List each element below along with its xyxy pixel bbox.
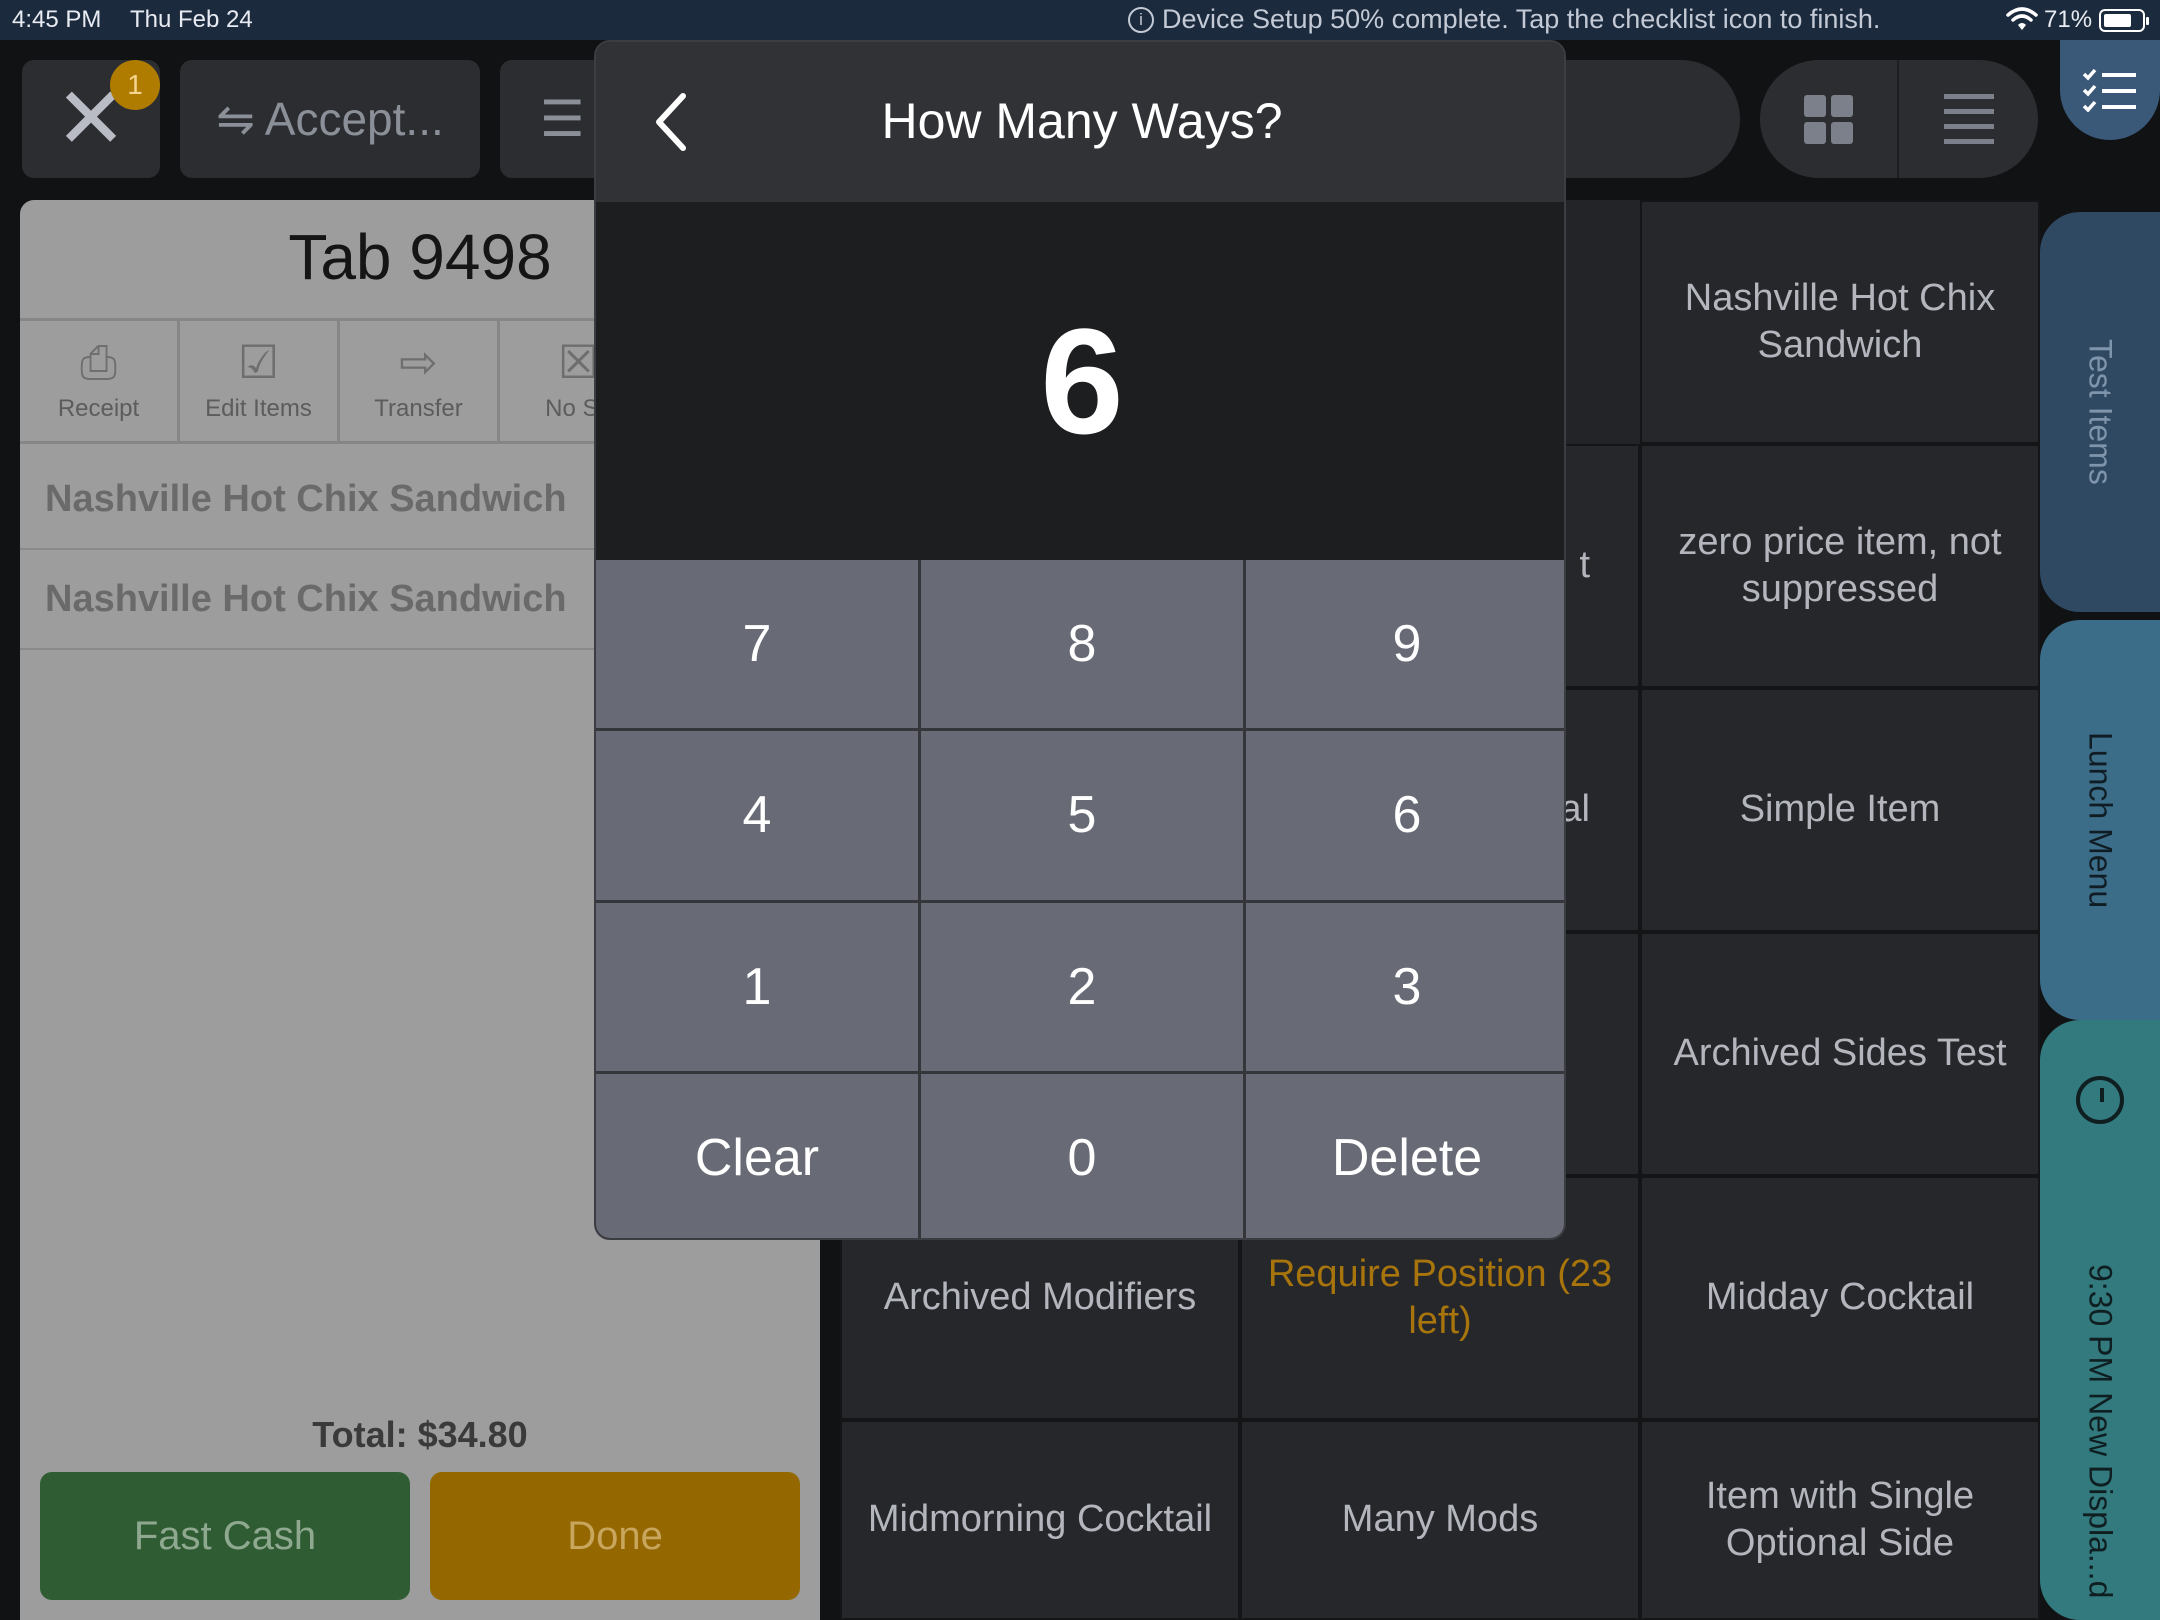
key-5[interactable]: 5 <box>921 731 1243 900</box>
battery-percent: 71% <box>2044 6 2093 33</box>
edit-items-label: Edit Items <box>205 395 312 422</box>
grid-view-button[interactable] <box>1760 60 1899 178</box>
receipt-label: Receipt <box>57 395 140 422</box>
view-toggle <box>1760 60 2038 178</box>
battery-icon <box>2099 9 2149 32</box>
list-mode-button[interactable] <box>1899 60 2038 178</box>
receipt-button[interactable]: ⎙ Receipt <box>20 321 180 441</box>
menu-item-archived-sides-test[interactable]: Archived Sides Test <box>1640 932 2040 1176</box>
transfer-button[interactable]: ⇨ Transfer <box>340 321 500 441</box>
menu-tab-label: Test Items <box>2082 339 2119 485</box>
no-sale-icon: ☒ <box>557 336 600 388</box>
accept-label: Accept... <box>264 93 444 145</box>
status-date: Thu Feb 24 <box>130 6 253 33</box>
key-1[interactable]: 1 <box>596 902 918 1071</box>
menu-lines-icon <box>1943 94 1994 144</box>
swap-arrows-icon: ⇋ <box>216 93 255 145</box>
key-7[interactable]: 7 <box>596 560 918 729</box>
check-total: Total: $34.80 <box>312 1414 528 1455</box>
menu-item-nashville-hot-chix[interactable]: Nashville Hot Chix Sandwich <box>1640 200 2040 444</box>
menu-tab-label: 9:30 PM New Displa...d <box>2082 1264 2119 1599</box>
edit-items-button[interactable]: ☑ Edit Items <box>180 321 340 441</box>
key-6[interactable]: 6 <box>1246 731 1564 900</box>
numeric-keypad: 7 8 9 4 5 6 1 2 3 Clear 0 Delete <box>596 560 1564 1238</box>
menu-item-midday-cocktail[interactable]: Midday Cocktail <box>1640 1176 2040 1420</box>
done-button[interactable]: Done <box>430 1472 800 1600</box>
receipt-icon: ⎙ <box>80 336 117 388</box>
menu-tabs: Test Items Lunch Menu 9:30 PM New Displa… <box>2040 200 2160 1620</box>
notification-badge: 1 <box>110 60 160 110</box>
device-setup-message: Device Setup 50% complete. Tap the check… <box>1162 4 1881 34</box>
key-4[interactable]: 4 <box>596 731 918 900</box>
grid-icon <box>1804 94 1853 144</box>
key-9[interactable]: 9 <box>1246 560 1564 729</box>
search-bar[interactable] <box>1540 60 1740 178</box>
clear-key[interactable]: Clear <box>596 1073 918 1238</box>
menu-item-simple-item[interactable]: Simple Item <box>1640 688 2040 932</box>
key-3[interactable]: 3 <box>1246 902 1564 1071</box>
edit-icon: ☑ <box>237 336 280 388</box>
status-time: 4:45 PM <box>12 6 102 33</box>
info-icon: i <box>1128 6 1154 33</box>
status-bar: 4:45 PM Thu Feb 24 i Device Setup 50% co… <box>0 0 2160 40</box>
wifi-icon <box>2006 7 2038 30</box>
menu-tab-lunch-menu[interactable]: Lunch Menu <box>2040 620 2160 1020</box>
menu-tab-label: Lunch Menu <box>2082 731 2119 909</box>
transfer-label: Transfer <box>374 395 463 422</box>
key-2[interactable]: 2 <box>921 902 1243 1071</box>
delete-key[interactable]: Delete <box>1246 1073 1564 1238</box>
accept-button[interactable]: ⇋ Accept... <box>180 60 480 178</box>
menu-item-zero-price[interactable]: zero price item, not suppressed <box>1640 444 2040 688</box>
transfer-arrow-icon: ⇨ <box>399 336 438 388</box>
key-8[interactable]: 8 <box>921 560 1243 729</box>
menu-item-single-optional-side[interactable]: Item with Single Optional Side <box>1640 1420 2040 1620</box>
ways-count-display: 6 <box>596 202 1564 560</box>
dialog-title: How Many Ways? <box>881 93 1283 149</box>
device-setup-notice[interactable]: i Device Setup 50% complete. Tap the che… <box>1128 4 1880 35</box>
menu-item-many-mods[interactable]: Many Mods <box>1240 1420 1640 1620</box>
setup-checklist-button[interactable] <box>2060 40 2160 140</box>
how-many-ways-dialog: How Many Ways? 6 7 8 9 4 5 6 1 2 3 Clear… <box>594 40 1566 1240</box>
dialog-header: How Many Ways? <box>596 42 1564 202</box>
menu-tab-late-menu[interactable]: 9:30 PM New Displa...d <box>2040 1020 2160 1620</box>
menu-tab-test-items[interactable]: Test Items <box>2040 212 2160 612</box>
clock-icon <box>2076 1076 2124 1124</box>
key-0[interactable]: 0 <box>921 1073 1243 1238</box>
checklist-icon <box>2082 68 2136 112</box>
menu-item-midmorning-cocktail[interactable]: Midmorning Cocktail <box>840 1420 1240 1620</box>
fast-cash-button[interactable]: Fast Cash <box>40 1472 410 1600</box>
list-icon: ☰ <box>540 91 585 147</box>
